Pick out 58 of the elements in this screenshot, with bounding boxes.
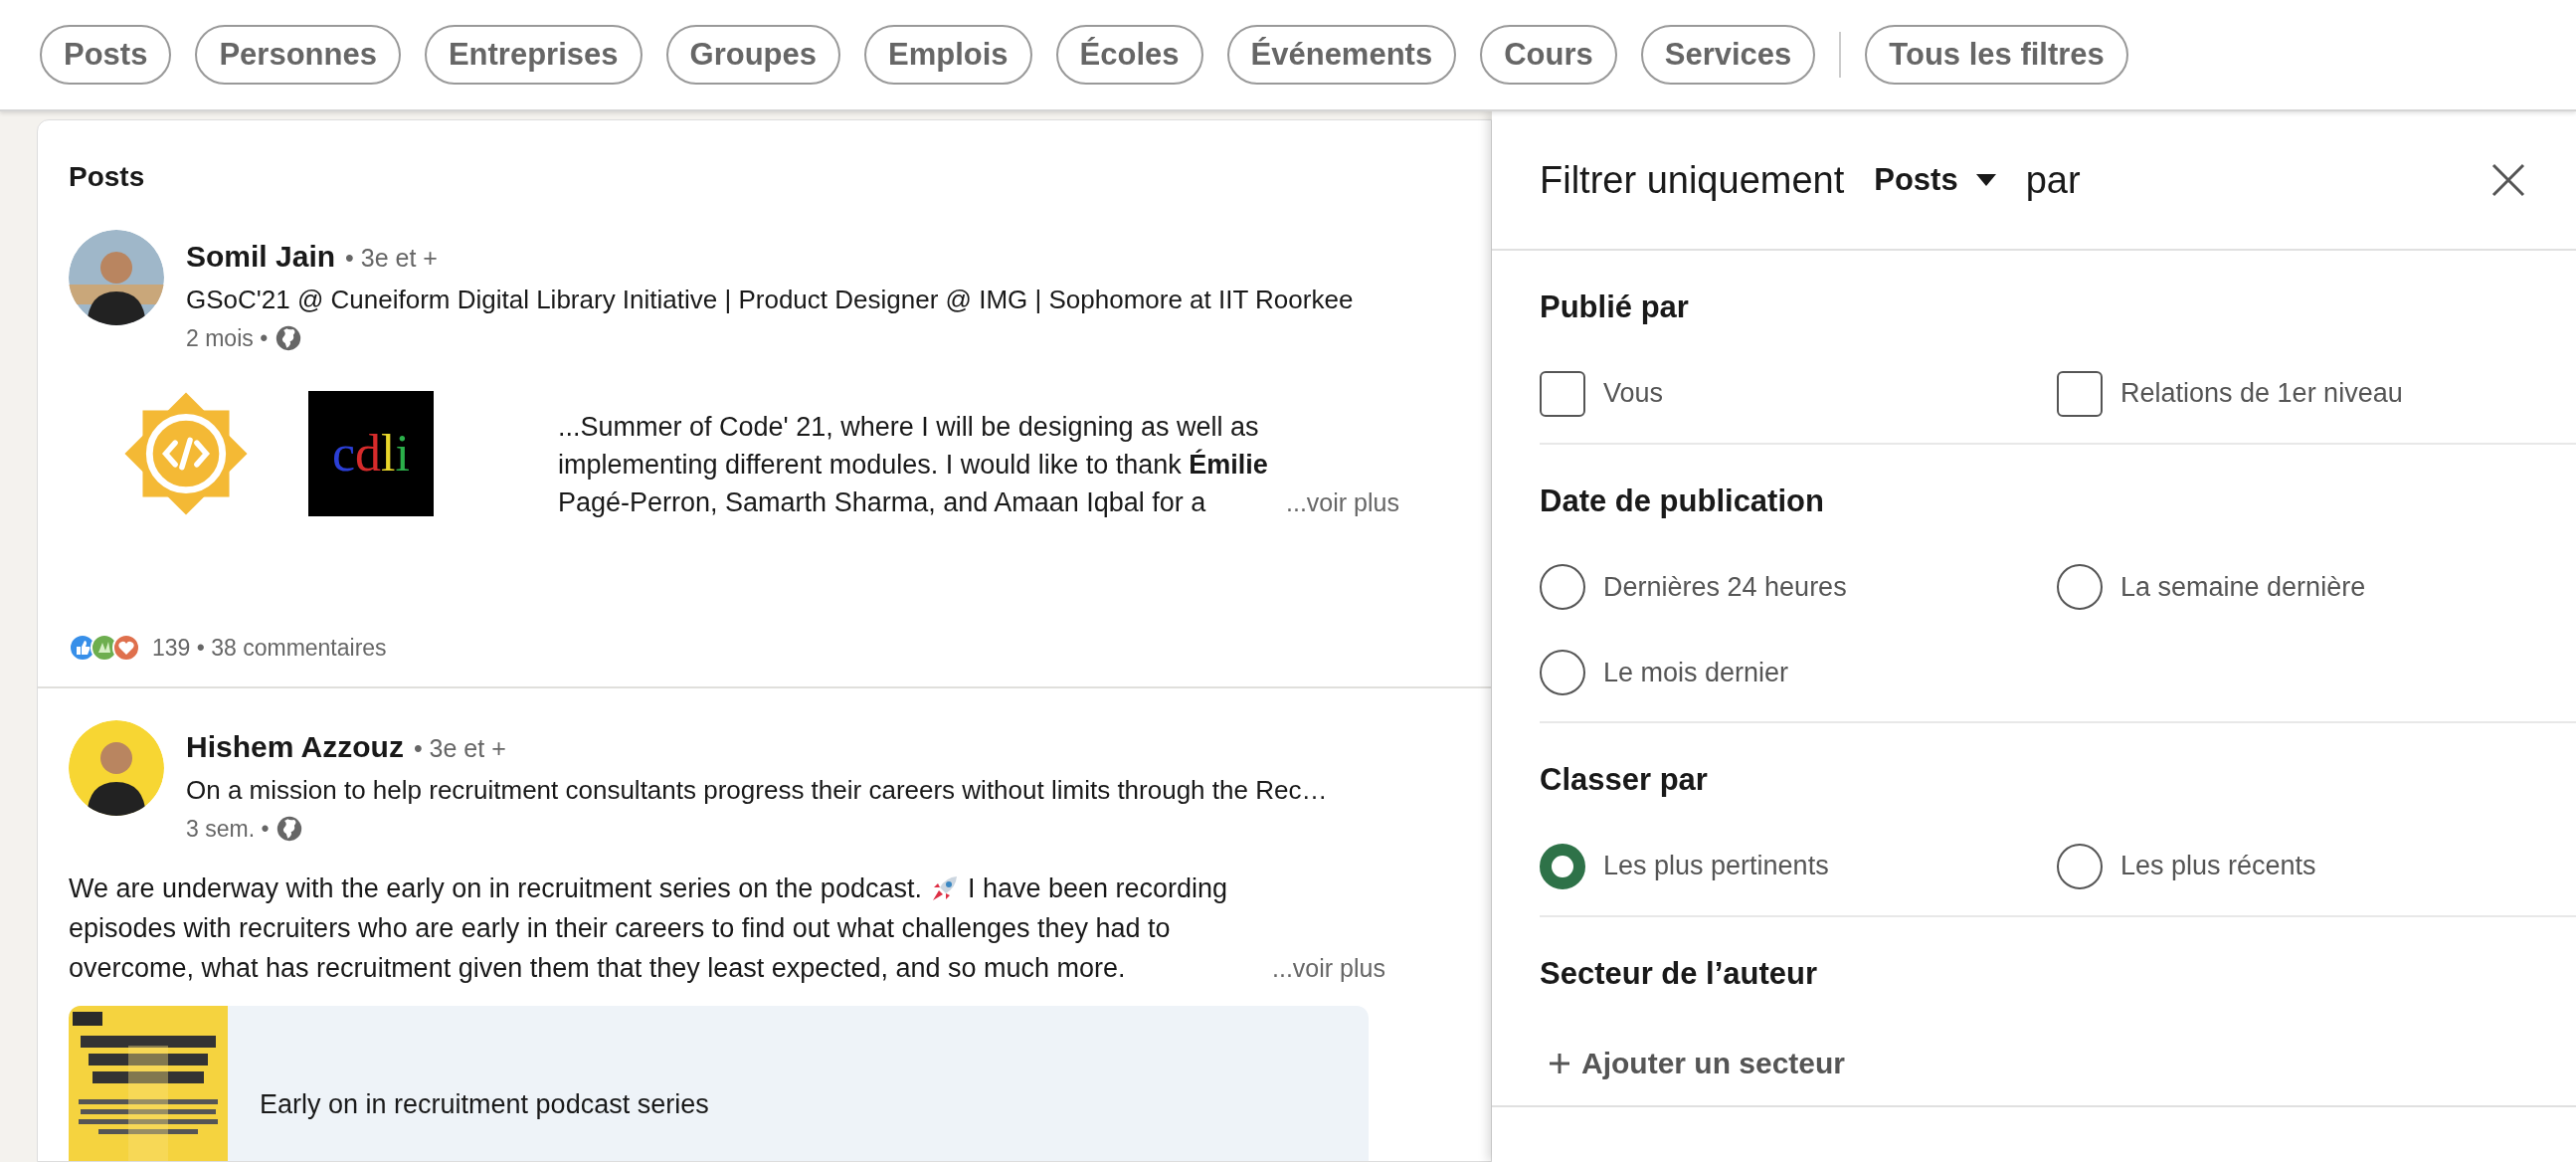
section-title: Secteur de l’auteur <box>1540 954 1819 993</box>
filter-pill[interactable]: Cours <box>1480 25 1617 85</box>
text-logo: cdli <box>308 390 434 516</box>
results-heading: Posts <box>68 160 146 194</box>
reaction-count[interactable]: 139 • 38 commentaires <box>152 630 387 665</box>
connection-degree: • 3e et + <box>413 733 506 764</box>
post-time: 2 mois • <box>186 324 269 353</box>
link-preview-card[interactable]: Early on in recruitment podcast series <box>69 1005 1369 1161</box>
avatar[interactable] <box>69 230 164 325</box>
option-label[interactable]: La semaine dernière <box>2120 566 2366 608</box>
option-label[interactable]: Relations de 1er niveau <box>2120 373 2403 414</box>
option-label[interactable]: Le mois dernier <box>1603 652 1789 693</box>
radio-button[interactable] <box>1540 650 1585 695</box>
checkbox[interactable] <box>2057 370 2103 417</box>
see-more-link[interactable]: ...voir plus <box>1286 483 1399 521</box>
post-time: 3 sem. • <box>186 815 270 844</box>
author-name[interactable]: Somil Jain <box>186 234 336 279</box>
post-text: We are underway with the early on in recruitment series on the podcast. <box>69 872 922 905</box>
add-sector-button[interactable]: Ajouter un secteur <box>1548 1041 1846 1085</box>
section-title: Date de publication <box>1540 482 1825 520</box>
option-label[interactable]: Les plus pertinents <box>1603 846 1829 886</box>
radio-button[interactable] <box>1540 564 1585 610</box>
connection-degree: • 3e et + <box>345 243 438 274</box>
globe-icon <box>276 325 302 352</box>
author-headline: GSoC'21 @ Cuneiform Digital Library Initiative | Product Designer @ IMG | Sophomore at IIT Roorkee <box>186 284 1354 316</box>
post-text: I have been recording <box>967 872 1228 905</box>
radio-button[interactable] <box>2057 564 2103 610</box>
filter-pill[interactable]: Posts <box>40 25 172 85</box>
post-text: episodes with recruiters who are early in their careers to find out what challenges they had to overcome, what has recruitment given them that they least expected, and so much more. <box>69 911 1172 985</box>
checkbox[interactable] <box>1540 370 1585 417</box>
filter-pill[interactable]: Écoles <box>1055 25 1203 85</box>
close-icon <box>2491 163 2525 197</box>
filter-pill[interactable]: Emplois <box>864 25 1032 85</box>
panel-title-suffix: par <box>2025 157 2081 203</box>
all-filters-pill[interactable]: Tous les filtres <box>1865 25 2128 85</box>
link-title: Early on in recruitment podcast series <box>260 1088 709 1122</box>
see-more-link[interactable]: ...voir plus <box>1272 947 1385 988</box>
filter-pill[interactable]: Groupes <box>665 25 840 85</box>
section-title: Classer par <box>1540 761 1709 799</box>
post-text: ...Summer of Code' 21, where I will be designing as well as implementing different modules. I would like to thank Émilie Pagé-Perron, Samarth Sharma, and Amaan Iqbal for a <box>558 410 1269 519</box>
panel-title: Filtrer uniquement <box>1540 157 1845 203</box>
globe-icon <box>276 816 303 843</box>
filter-pill[interactable]: Personnes <box>195 25 401 85</box>
plus-icon <box>1548 1051 1571 1075</box>
radio-button[interactable] <box>2057 843 2103 889</box>
section-title: Publié par <box>1540 289 1690 326</box>
option-label[interactable]: Les plus récents <box>2120 846 2316 886</box>
filter-pill[interactable]: Services <box>1640 25 1816 85</box>
avatar[interactable] <box>69 720 164 816</box>
author-name[interactable]: Hishem Azzouz <box>186 724 404 769</box>
filter-pill[interactable]: Entreprises <box>424 25 643 85</box>
option-label[interactable]: Dernières 24 heures <box>1603 566 1847 608</box>
type-dropdown[interactable]: Posts <box>1874 156 1996 204</box>
author-headline: On a mission to help recruitment consultants progress their careers without limits through the Rec… <box>186 774 1328 807</box>
caret-icon <box>1975 174 1996 186</box>
radio-button[interactable] <box>1540 843 1585 889</box>
option-label[interactable]: Vous <box>1603 373 1664 414</box>
filter-pill[interactable]: Événements <box>1226 25 1457 85</box>
